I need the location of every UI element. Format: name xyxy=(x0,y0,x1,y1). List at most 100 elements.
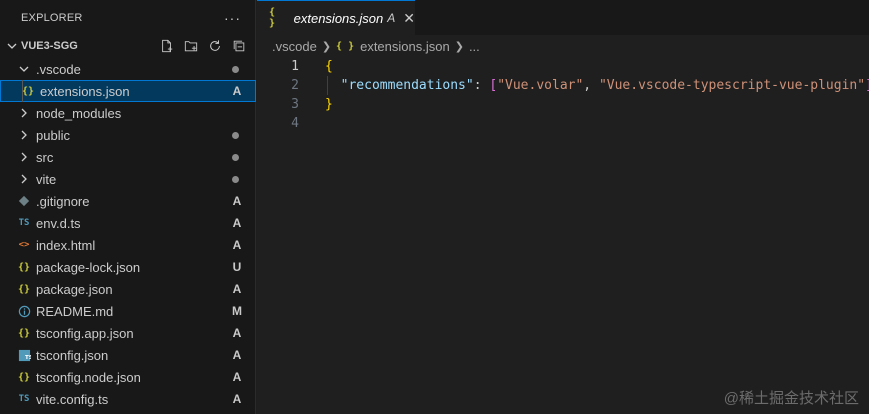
new-file-icon[interactable] xyxy=(159,38,175,54)
line-number: 1 xyxy=(291,59,299,74)
svg-text:TS: TS xyxy=(24,355,30,361)
tree-item-label: tsconfig.app.json xyxy=(36,325,134,341)
code-text: } xyxy=(325,97,333,112)
code-line: 2 "recommendations": ["Vue.volar", "Vue.… xyxy=(257,76,869,95)
git-status-badge: A xyxy=(232,326,242,340)
git-status-badge: A xyxy=(232,370,242,384)
tab-git-status: A xyxy=(387,11,396,25)
tree-item-label: README.md xyxy=(36,303,114,319)
chevron-right-icon xyxy=(16,149,32,165)
git-status-badge: A xyxy=(232,392,242,406)
modified-dot-icon xyxy=(232,153,239,161)
refresh-icon[interactable] xyxy=(207,38,223,54)
explorer-title: EXPLORER xyxy=(21,11,83,24)
modified-dot-icon xyxy=(232,65,239,73)
tree-item-index-html[interactable]: <> index.html A xyxy=(0,234,256,256)
line-number: 4 xyxy=(291,116,299,131)
tree-item-readme-md[interactable]: README.md M xyxy=(0,300,256,322)
tree-item-tsconfig-node-json[interactable]: {} tsconfig.node.json A xyxy=(0,366,256,388)
line-number: 3 xyxy=(291,97,299,112)
git-status-badge: A xyxy=(232,84,242,98)
git-status-badge: M xyxy=(232,304,242,318)
code-text: { xyxy=(325,59,333,74)
code-line: 3 } xyxy=(257,95,869,114)
tab-extensions-json[interactable]: { } extensions.json A ✕ xyxy=(257,0,415,35)
chevron-right-icon xyxy=(16,171,32,187)
chevron-right-icon: ❯ xyxy=(321,40,332,53)
tree-item-src[interactable]: src xyxy=(0,146,256,168)
tree-item-label: src xyxy=(36,149,54,165)
new-folder-icon[interactable] xyxy=(183,38,199,54)
explorer-sidebar: EXPLORER ··· VUE3-SGG .vscode {} extension… xyxy=(0,0,256,414)
collapse-all-icon[interactable] xyxy=(231,38,247,54)
indent-guide xyxy=(22,80,23,102)
tree-item-label: .vscode xyxy=(36,61,81,77)
json-file-icon: { } xyxy=(269,7,276,29)
code-text: "recommendations": ["Vue.volar", "Vue.vs… xyxy=(340,78,869,93)
tree-item-label: tsconfig.node.json xyxy=(36,369,141,385)
chevron-down-icon xyxy=(16,61,32,77)
tree-item-label: node_modules xyxy=(36,105,122,121)
tree-item-label: extensions.json xyxy=(40,83,130,99)
line-number: 2 xyxy=(291,78,299,93)
json-file-icon: {} xyxy=(17,327,31,339)
breadcrumb: .vscode ❯ { } extensions.json ❯ ... xyxy=(257,35,869,57)
tree-item-gitignore[interactable]: .gitignore A xyxy=(0,190,256,212)
code-line: 1 { xyxy=(257,57,869,76)
tree-item-label: vite.config.ts xyxy=(36,391,109,407)
html-file-icon: <> xyxy=(18,240,30,250)
git-status-badge: A xyxy=(232,282,242,296)
json-file-icon: {} xyxy=(17,283,31,295)
code-editor[interactable]: 1 { 2 "recommendations": ["Vue.volar", "… xyxy=(257,57,869,133)
git-status-badge: A xyxy=(232,348,242,362)
tree-item-env-d-ts[interactable]: TS env.d.ts A xyxy=(0,212,256,234)
tree-item-label: index.html xyxy=(36,237,96,253)
git-status-badge: A xyxy=(232,238,242,252)
json-file-icon: { } xyxy=(336,40,355,52)
project-name: VUE3-SGG xyxy=(21,40,78,52)
chevron-down-icon[interactable] xyxy=(4,38,20,54)
tree-item-vite-config-ts[interactable]: TS vite.config.ts A xyxy=(0,388,256,410)
explorer-header: EXPLORER ··· xyxy=(0,0,255,35)
json-file-icon: {} xyxy=(17,261,31,273)
breadcrumb-symbols[interactable]: ... xyxy=(469,39,480,54)
tree-item-label: tsconfig.json xyxy=(36,347,109,363)
tree-item-label: package-lock.json xyxy=(36,259,141,275)
git-file-icon xyxy=(16,193,32,209)
tree-item-vite[interactable]: vite xyxy=(0,168,256,190)
tree-item-package-json[interactable]: {} package.json A xyxy=(0,278,256,300)
chevron-right-icon xyxy=(16,105,32,121)
code-line: 4 xyxy=(257,114,869,133)
breadcrumb-folder[interactable]: .vscode xyxy=(272,39,317,54)
git-status-badge: A xyxy=(232,216,242,230)
more-actions-icon[interactable]: ··· xyxy=(224,10,241,26)
watermark: @稀土掘金技术社区 xyxy=(723,390,859,407)
tree-item-dotvscode[interactable]: .vscode xyxy=(0,58,256,80)
info-file-icon xyxy=(16,303,32,319)
tab-bar: { } extensions.json A ✕ xyxy=(257,0,869,35)
git-status-badge: A xyxy=(232,194,242,208)
file-tree: .vscode {} extensions.json Anode_modulespub… xyxy=(0,58,256,410)
modified-dot-icon xyxy=(232,131,239,139)
tree-item-tsconfig-app-json[interactable]: {} tsconfig.app.json A xyxy=(0,322,256,344)
chevron-right-icon xyxy=(16,127,32,143)
tree-item-node-modules[interactable]: node_modules xyxy=(0,102,256,124)
project-actions xyxy=(159,38,247,54)
typescript-file-icon: TS xyxy=(18,394,30,404)
chevron-right-icon: ❯ xyxy=(454,40,464,53)
breadcrumb-file[interactable]: extensions.json xyxy=(360,39,450,54)
close-icon[interactable]: ✕ xyxy=(403,10,415,27)
tsconfig-file-icon: TS xyxy=(16,347,32,363)
tree-item-label: .gitignore xyxy=(36,193,90,209)
tree-item-label: env.d.ts xyxy=(36,215,81,231)
git-status-badge: U xyxy=(232,260,242,274)
tree-item-extensions-json[interactable]: {} extensions.json A xyxy=(0,80,256,102)
editor-area: { } extensions.json A ✕ .vscode ❯ { } ex… xyxy=(257,0,869,414)
modified-dot-icon xyxy=(232,175,239,183)
tree-item-label: public xyxy=(36,127,70,143)
tab-label: extensions.json xyxy=(293,10,384,26)
tree-item-tsconfig-json[interactable]: TS tsconfig.json A xyxy=(0,344,256,366)
tree-item-package-lock-json[interactable]: {} package-lock.json U xyxy=(0,256,256,278)
tree-item-public[interactable]: public xyxy=(0,124,256,146)
project-header[interactable]: VUE3-SGG xyxy=(0,35,255,57)
